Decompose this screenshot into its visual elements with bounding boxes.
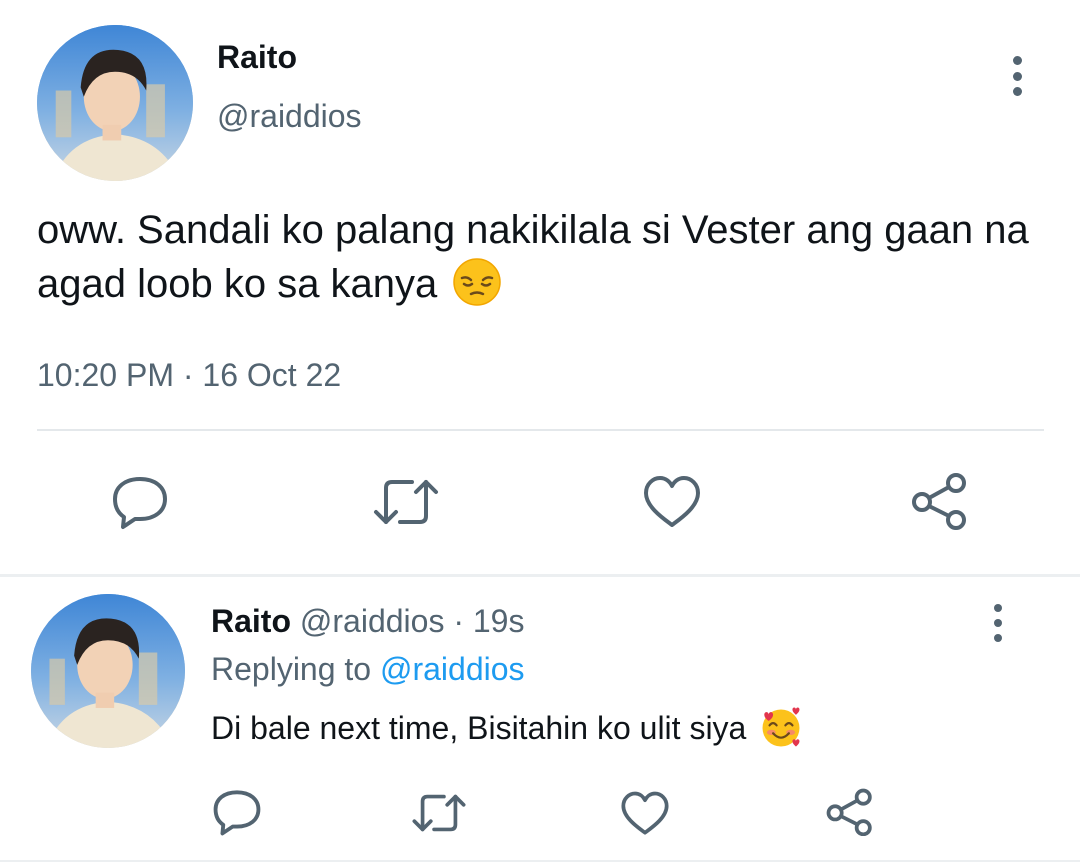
smiling-face-with-hearts-emoji-icon <box>759 706 803 750</box>
more-options-icon[interactable] <box>983 601 1013 645</box>
main-avatar[interactable] <box>37 25 193 181</box>
avatar-photo <box>31 594 185 748</box>
more-dot <box>1012 71 1022 81</box>
tweet-age[interactable]: 19s <box>473 603 525 639</box>
author-handle[interactable]: @raiddios <box>300 603 445 639</box>
like-button[interactable] <box>642 474 702 530</box>
tweet-time: 10:20 PM <box>37 357 174 393</box>
tweet-text-content: oww. Sandali ko palang nakikilala si Ves… <box>37 208 1029 306</box>
retweet-button[interactable] <box>372 474 440 530</box>
like-button[interactable] <box>620 790 670 836</box>
reply-button[interactable] <box>110 473 170 531</box>
tweet-timestamp[interactable]: 10:20 PM · 16 Oct 22 <box>37 355 341 395</box>
more-options-icon[interactable] <box>1000 52 1034 100</box>
replying-to: Replying to @raiddios <box>211 650 525 688</box>
reply-header: Raito @raiddios · 19s <box>211 602 524 640</box>
more-dot <box>1012 56 1022 65</box>
meta-separator: · <box>453 603 464 639</box>
reply-text: Di bale next time, Bisitahin ko ulit siy… <box>211 706 803 753</box>
retweet-icon <box>374 480 438 524</box>
author-handle[interactable]: @raiddios <box>217 97 362 135</box>
author-name[interactable]: Raito <box>217 38 297 76</box>
tweet-date: 16 Oct 22 <box>202 357 342 393</box>
divider <box>37 429 1044 431</box>
like-icon <box>644 476 700 527</box>
tweet-text: oww. Sandali ko palang nakikilala si Ves… <box>37 203 1047 311</box>
more-dot <box>994 604 1002 612</box>
avatar-photo <box>37 25 193 181</box>
pensive-face-emoji-icon <box>452 257 502 307</box>
like-icon <box>621 791 669 835</box>
retweet-icon <box>412 794 466 832</box>
more-dot <box>994 619 1002 627</box>
reply-avatar[interactable] <box>31 594 185 748</box>
more-dot <box>994 634 1002 642</box>
section-divider <box>0 574 1080 577</box>
meta-separator: · <box>182 357 194 393</box>
share-button[interactable] <box>910 472 970 530</box>
reply-icon <box>113 477 167 529</box>
reply-button[interactable] <box>212 788 262 836</box>
retweet-button[interactable] <box>410 790 468 836</box>
section-divider <box>0 860 1080 862</box>
share-button[interactable] <box>825 788 875 836</box>
replying-label: Replying to <box>211 651 372 687</box>
reply-text-content: Di bale next time, Bisitahin ko ulit siy… <box>211 710 747 746</box>
author-name[interactable]: Raito <box>211 603 291 639</box>
replying-to-link[interactable]: @raiddios <box>380 651 525 687</box>
reply-icon <box>213 790 261 836</box>
share-icon <box>826 788 872 836</box>
more-dot <box>1012 87 1022 96</box>
share-icon <box>912 473 966 530</box>
